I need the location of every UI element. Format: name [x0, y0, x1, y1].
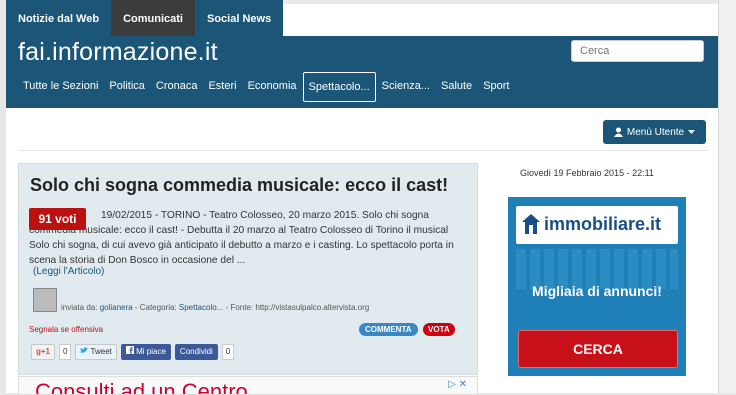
ad-choices-icon[interactable]: ▷ ✕ — [448, 379, 467, 390]
article-body: 19/02/2015 - TORINO - Teatro Colosseo, 2… — [29, 210, 454, 266]
share-button[interactable]: Condividi — [174, 344, 218, 360]
nav-item-tutte-le-sezioni[interactable]: Tutte le Sezioni — [18, 72, 103, 102]
house-icon — [522, 214, 540, 234]
gplus-button[interactable]: g+1 — [31, 344, 56, 360]
article-title[interactable]: Solo chi sogna commedia musicale: ecco i… — [30, 175, 448, 196]
site-header: fai.informazione.it Tutte le Sezioni Pol… — [6, 36, 718, 108]
nav-item-spettacolo[interactable]: Spettacolo... — [302, 72, 376, 102]
user-menu-button[interactable]: Menù Utente — [603, 120, 706, 144]
current-date: Giovedì 19 Febbraio 2015 - 22:11 — [520, 168, 654, 178]
banner-tagline: Migliaia di annunci! — [532, 283, 662, 299]
like-button[interactable]: Mi piace — [120, 344, 171, 360]
tab-notizie-dal-web[interactable]: Notizie dal Web — [6, 0, 112, 36]
user-icon — [613, 127, 623, 137]
report-link[interactable]: Segnala se offensiva — [29, 325, 103, 334]
read-more-link[interactable]: (Leggi l'Articolo) — [33, 266, 104, 277]
meta-mid: - Categoria: — [132, 303, 179, 312]
twitter-icon — [80, 347, 89, 353]
nav-item-cronaca[interactable]: Cronaca — [151, 72, 203, 102]
nav-item-esteri[interactable]: Esteri — [203, 72, 241, 102]
avatar[interactable] — [33, 288, 57, 312]
banner-search-button[interactable]: CERCA — [518, 330, 678, 368]
immobiliare-banner[interactable]: immobiliare.it Migliaia di annunci! CERC… — [508, 197, 686, 376]
banner-logo-text: immobiliare.it — [544, 214, 662, 234]
social-buttons: g+1 0 Tweet Mi piace Condividi 0 — [31, 344, 235, 360]
tweet-label: Tweet — [90, 347, 112, 356]
article-card: Solo chi sogna commedia musicale: ecco i… — [18, 163, 478, 375]
meta-prefix: inviata da: — [61, 303, 100, 312]
nav-item-sport[interactable]: Sport — [478, 72, 514, 102]
banner-logo: immobiliare.it — [516, 206, 678, 244]
user-menu-label: Menù Utente — [626, 126, 685, 138]
vote-count-badge: 91 voti — [29, 208, 86, 230]
tab-social-news[interactable]: Social News — [195, 0, 284, 36]
main-nav: Tutte le Sezioni Politica Cronaca Esteri… — [18, 72, 515, 102]
tweet-button[interactable]: Tweet — [75, 344, 117, 360]
gplus-count: 0 — [59, 344, 72, 360]
meta-source: - Fonte: http://vistasulpalco.altervista… — [223, 303, 370, 312]
share-count: 0 — [221, 344, 235, 360]
ad-banner[interactable]: Consulti ad un Centro ▷ ✕ — [18, 376, 478, 395]
author-link[interactable]: golianera — [100, 303, 133, 312]
comment-button[interactable]: COMMENTA — [359, 323, 418, 336]
nav-item-scienza[interactable]: Scienza... — [377, 72, 435, 102]
nav-item-salute[interactable]: Salute — [436, 72, 477, 102]
caret-down-icon — [688, 130, 696, 134]
search-input[interactable] — [571, 40, 704, 62]
category-link[interactable]: Spettacolo... — [179, 303, 223, 312]
nav-item-economia[interactable]: Economia — [243, 72, 302, 102]
top-tab-bar: Notizie dal Web Comunicati Social News — [6, 0, 284, 36]
article-meta: inviata da: golianera - Categoria: Spett… — [61, 303, 369, 312]
tab-comunicati[interactable]: Comunicati — [111, 0, 195, 36]
facebook-icon — [125, 346, 134, 354]
divider — [18, 150, 708, 151]
nav-item-politica[interactable]: Politica — [104, 72, 149, 102]
site-logo[interactable]: fai.informazione.it — [18, 38, 218, 67]
scrollbar[interactable] — [718, 0, 736, 393]
vote-button[interactable]: VOTA — [423, 323, 455, 336]
like-label: Mi piace — [136, 347, 166, 356]
